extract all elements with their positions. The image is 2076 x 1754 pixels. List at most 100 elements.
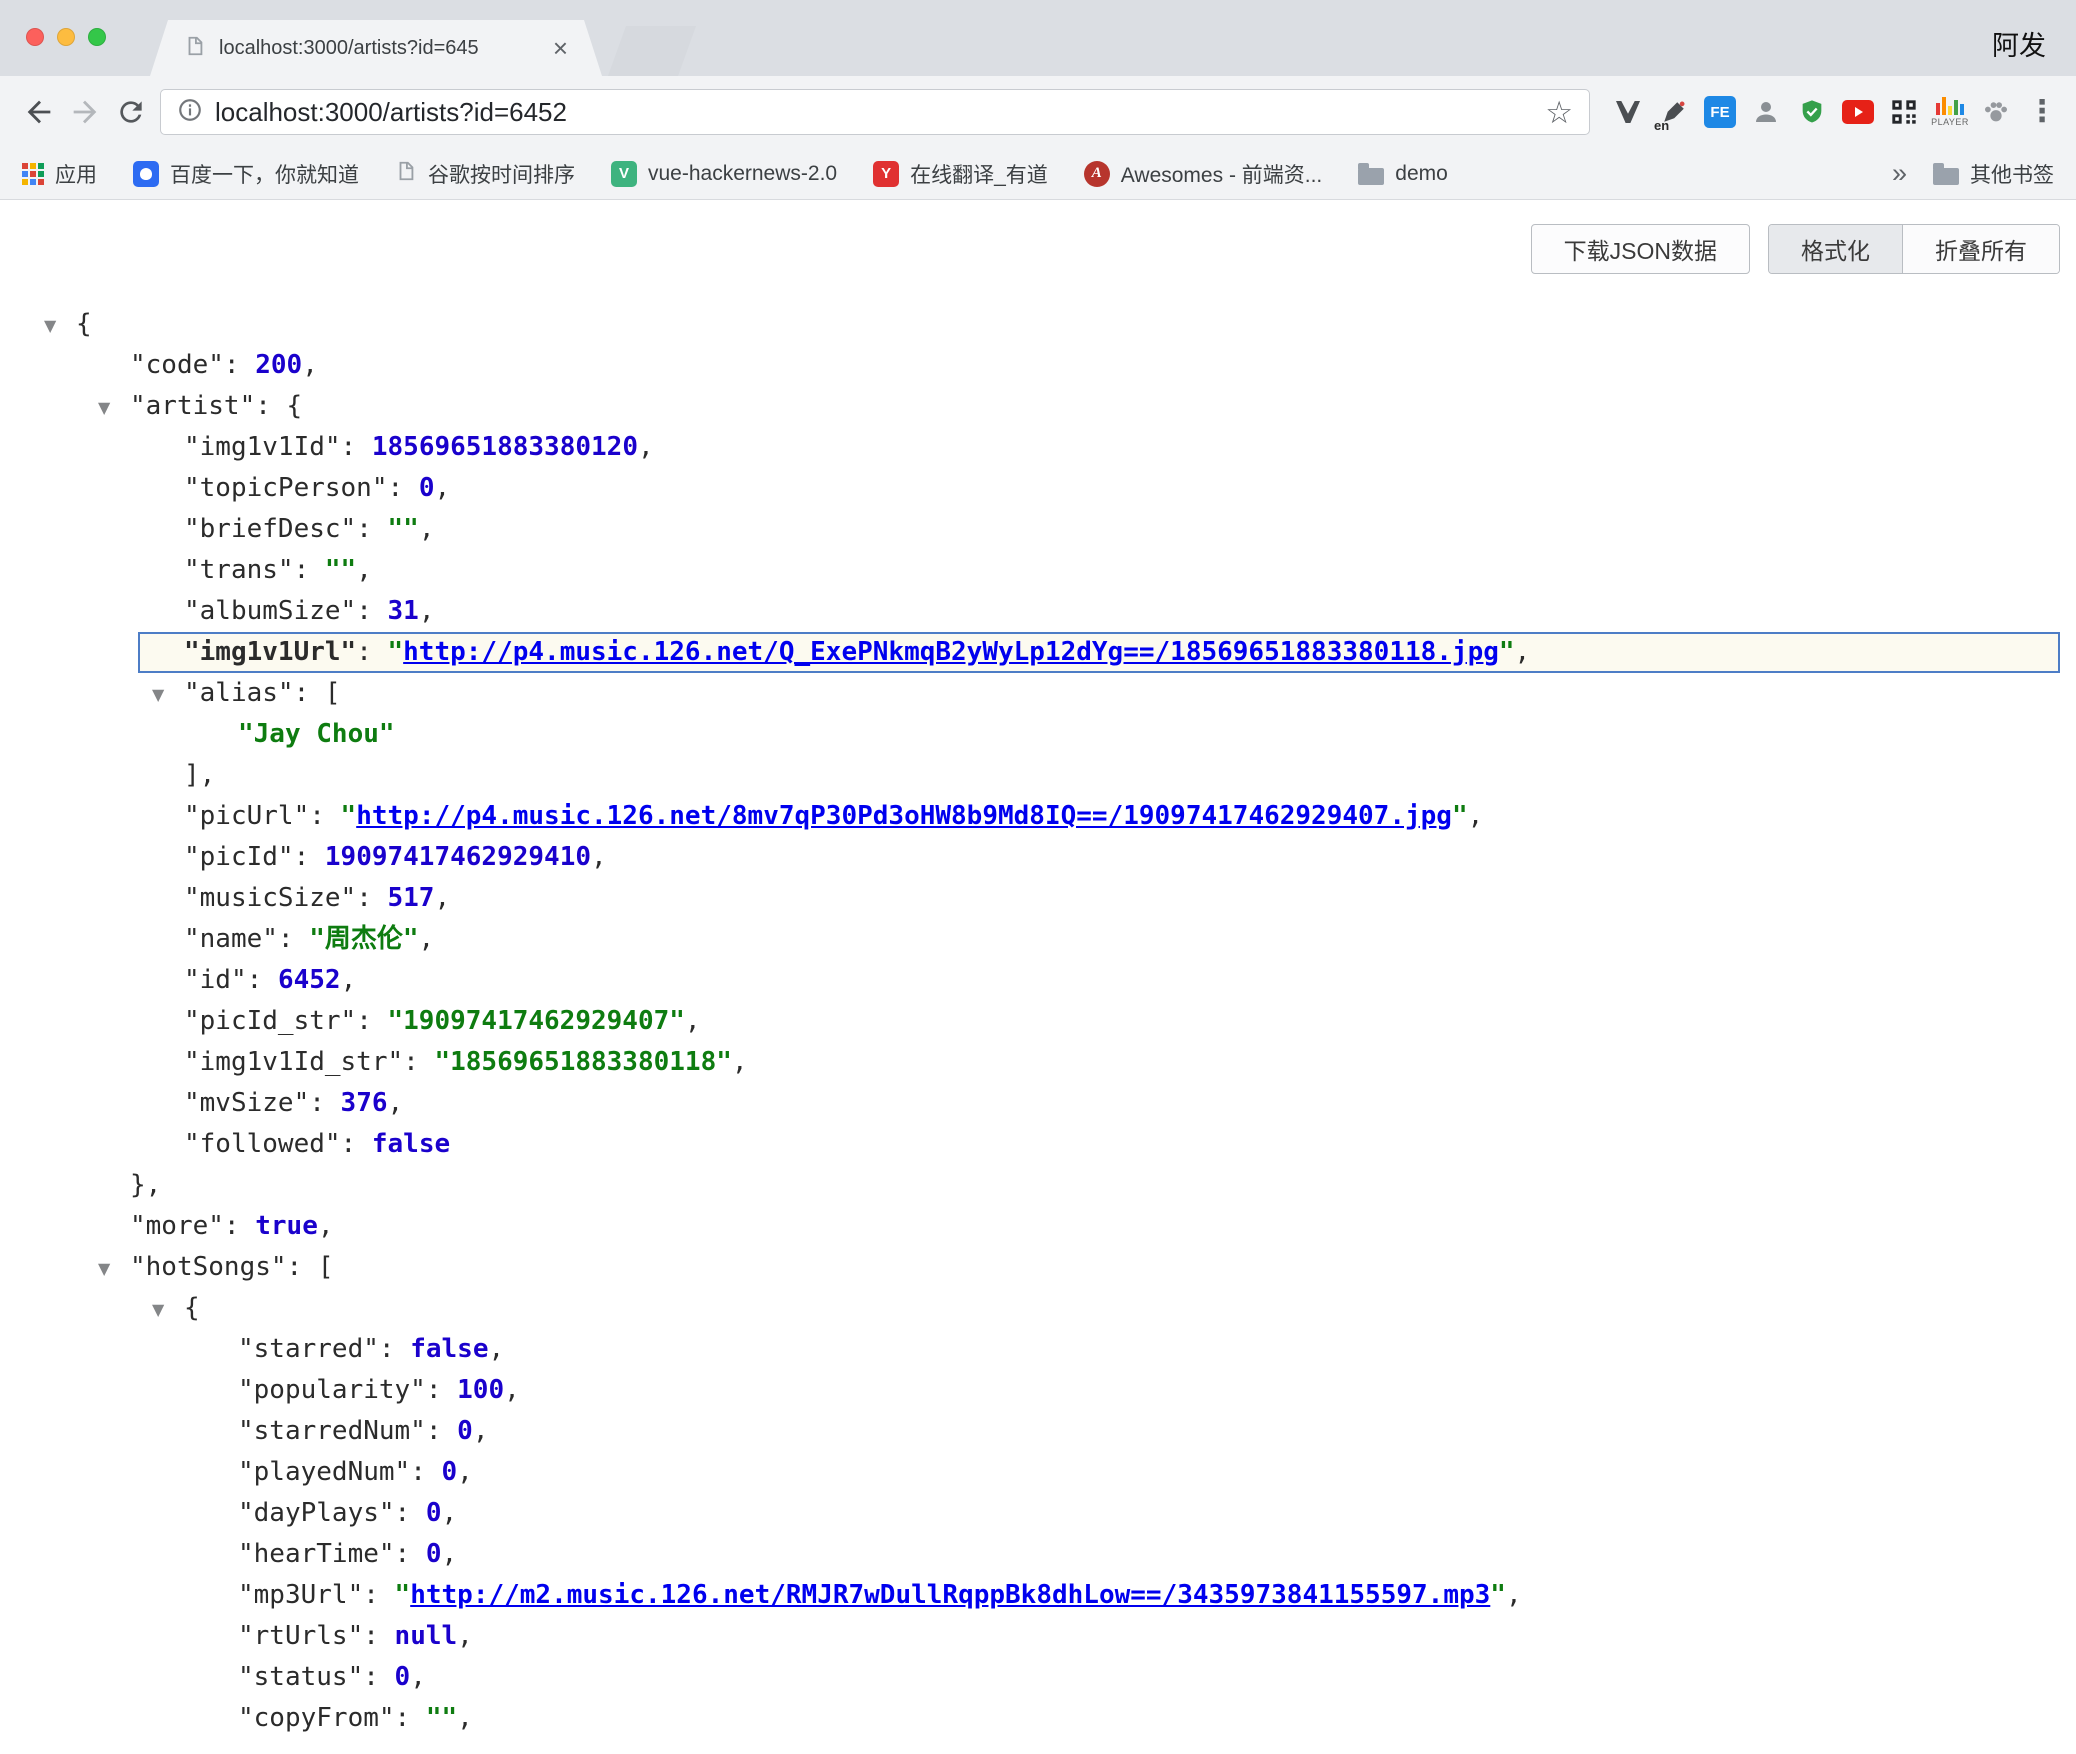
tab-close-icon[interactable]: × [553,35,568,61]
json-line: "playedNum": 0, [0,1452,2076,1493]
collapse-toggle-icon[interactable]: ▼ [98,1248,110,1289]
json-token: "trans" [184,555,294,585]
new-tab-button[interactable] [608,26,696,76]
json-token: "" [325,555,356,585]
window-zoom-button[interactable] [88,28,106,46]
json-token: : [356,514,387,544]
other-bookmarks-folder[interactable]: 其他书签 [1933,159,2054,189]
music-player-extension-icon[interactable]: PLAYER [1932,92,1968,132]
json-token: : [ [294,678,341,708]
bookmark-folder-demo[interactable]: demo [1358,162,1448,186]
json-token: , [1506,1580,1522,1610]
paw-extension-icon[interactable] [1978,92,2014,132]
json-token: 6452 [278,965,341,995]
json-url-link[interactable]: http://p4.music.126.net/8mv7qP30Pd3oHW8b… [356,801,1452,831]
bookmark-baidu[interactable]: 百度一下，你就知道 [133,159,359,189]
bookmark-label: demo [1395,162,1448,186]
bookmarks-overflow-icon[interactable]: » [1892,158,1907,189]
json-token: "Jay Chou" [238,719,395,749]
json-url-link[interactable]: http://p4.music.126.net/Q_ExePNkmqB2yWyL… [403,637,1499,667]
json-line: "picUrl": "http://p4.music.126.net/8mv7q… [0,796,2076,837]
reload-button[interactable] [108,89,154,135]
json-token: "dayPlays" [238,1498,395,1528]
collapse-toggle-icon[interactable]: ▼ [152,674,164,715]
json-token: 376 [341,1088,388,1118]
fe-extension-icon[interactable]: FE [1702,92,1738,132]
page-favicon-icon [395,160,417,188]
json-token: " [395,1580,411,1610]
json-line: "musicSize": 517, [0,878,2076,919]
tab-title: localhost:3000/artists?id=645 [219,37,540,60]
address-bar[interactable]: localhost:3000/artists?id=6452 ☆ [160,89,1590,135]
json-token: "code" [130,350,224,380]
json-token: : [341,432,372,462]
json-line: "img1v1Url": "http://p4.music.126.net/Q_… [138,632,2060,673]
download-json-button[interactable]: 下载JSON数据 [1531,224,1750,274]
bookmark-star-icon[interactable]: ☆ [1545,97,1573,128]
browser-tab[interactable]: localhost:3000/artists?id=645 × [150,20,602,76]
bookmark-label: Awesomes - 前端资... [1121,159,1323,189]
profile-extension-icon[interactable] [1748,92,1784,132]
json-token: : [224,1211,255,1241]
json-token: : [379,1334,410,1364]
bookmark-label: 在线翻译_有道 [910,159,1048,189]
json-token: , [488,1334,504,1364]
back-button[interactable] [16,89,62,135]
json-token: "" [426,1703,457,1733]
window-minimize-button[interactable] [57,28,75,46]
browser-menu-icon[interactable]: ⋮ [2024,92,2060,132]
json-token: "img1v1Id" [184,432,341,462]
page-info-icon[interactable] [177,97,203,128]
json-token: : [403,1047,434,1077]
bookmark-google-sort[interactable]: 谷歌按时间排序 [395,159,575,189]
json-url-link[interactable]: http://m2.music.126.net/RMJR7wDullRqppBk… [410,1580,1490,1610]
json-token: , [356,555,372,585]
forward-button[interactable] [62,89,108,135]
page-favicon-icon [184,35,206,62]
collapse-all-button[interactable]: 折叠所有 [1902,225,2059,273]
json-token: , [638,432,654,462]
bookmark-awesomes[interactable]: A Awesomes - 前端资... [1084,159,1323,189]
json-token: { [76,309,92,339]
json-line: "dayPlays": 0, [0,1493,2076,1534]
json-token: "briefDesc" [184,514,356,544]
json-token: : [309,801,340,831]
json-token: , [419,924,435,954]
collapse-toggle-icon[interactable]: ▼ [98,387,110,428]
shield-extension-icon[interactable] [1794,92,1830,132]
json-line: "code": 200, [0,345,2076,386]
bookmark-vue-hackernews[interactable]: V vue-hackernews-2.0 [611,161,837,187]
json-token: , [302,350,318,380]
json-line: "name": "周杰伦", [0,919,2076,960]
json-token: ], [184,760,215,790]
json-token: , [442,1498,458,1528]
json-token: "18569651883380118" [434,1047,731,1077]
json-token: : [426,1416,457,1446]
awesomes-favicon-icon: A [1084,161,1110,187]
json-token: "rtUrls" [238,1621,363,1651]
collapse-toggle-icon[interactable]: ▼ [44,305,56,346]
json-token: , [419,514,435,544]
window-close-button[interactable] [26,28,44,46]
profile-name-button[interactable]: 阿发 [1992,24,2046,63]
json-line: "mp3Url": "http://m2.music.126.net/RMJR7… [0,1575,2076,1616]
json-token: "playedNum" [238,1457,410,1487]
qrcode-extension-icon[interactable] [1886,92,1922,132]
json-token: , [388,1088,404,1118]
url-text: localhost:3000/artists?id=6452 [215,97,1533,128]
other-bookmarks-label: 其他书签 [1970,159,2054,189]
apps-shortcut[interactable]: 应用 [22,159,97,189]
youtube-extension-icon[interactable] [1840,92,1876,132]
json-token: , [1468,801,1484,831]
baidu-favicon-icon [133,161,159,187]
json-token: : { [255,391,302,421]
collapse-toggle-icon[interactable]: ▼ [152,1289,164,1330]
json-token: : [356,883,387,913]
json-token: : [363,1580,394,1610]
apps-grid-icon [22,163,44,185]
vimium-extension-icon[interactable] [1610,92,1646,132]
bookmark-label: 百度一下，你就知道 [170,159,359,189]
format-button[interactable]: 格式化 [1769,225,1902,273]
bookmark-youdao-translate[interactable]: Y 在线翻译_有道 [873,159,1048,189]
youdao-translate-extension-icon[interactable]: en [1656,92,1692,132]
